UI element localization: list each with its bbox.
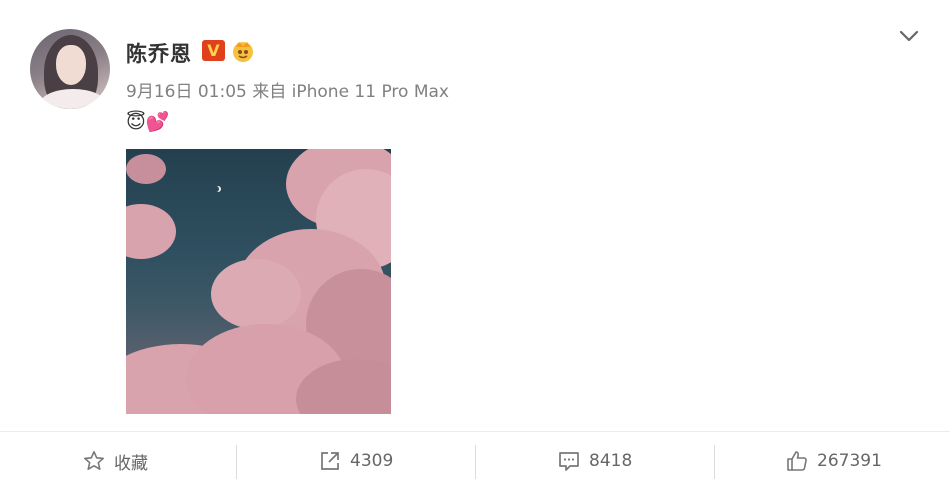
favorite-label: 收藏 <box>114 453 148 474</box>
star-icon <box>84 451 104 470</box>
share-icon <box>321 452 339 470</box>
comment-count: 8418 <box>589 451 633 471</box>
action-bar: 收藏 4309 8418 267391 <box>0 431 950 488</box>
like-button[interactable]: 267391 <box>785 444 882 478</box>
repost-button[interactable]: 4309 <box>318 444 393 478</box>
cloud <box>211 259 301 329</box>
repost-count: 4309 <box>350 451 394 471</box>
avatar-shoulder <box>40 89 106 109</box>
moon <box>213 186 219 192</box>
divider <box>475 445 476 479</box>
divider <box>714 445 715 479</box>
divider <box>236 445 237 479</box>
author-name[interactable]: 陈乔恩 <box>126 38 192 68</box>
favorite-button[interactable]: 收藏 <box>82 444 148 478</box>
post-meta: 9月16日 01:05 来自 iPhone 11 Pro Max <box>126 82 449 102</box>
post-image[interactable] <box>126 149 391 414</box>
verified-badge: V <box>202 40 225 61</box>
cloud <box>126 204 176 259</box>
thumbs-up-icon <box>787 451 807 471</box>
post-text: 😇💕 <box>126 111 170 133</box>
like-count: 267391 <box>817 451 882 471</box>
avatar[interactable] <box>30 29 110 109</box>
comment-button[interactable]: 8418 <box>557 444 632 478</box>
chevron-down-icon[interactable] <box>898 27 920 45</box>
weibo-post-card: 陈乔恩 V 9月16日 01:05 来自 iPhone 11 Pro Max 😇… <box>0 0 950 487</box>
avatar-face <box>56 45 86 85</box>
comment-icon <box>559 452 579 471</box>
crown-icon <box>233 42 253 62</box>
cloud <box>126 154 166 184</box>
